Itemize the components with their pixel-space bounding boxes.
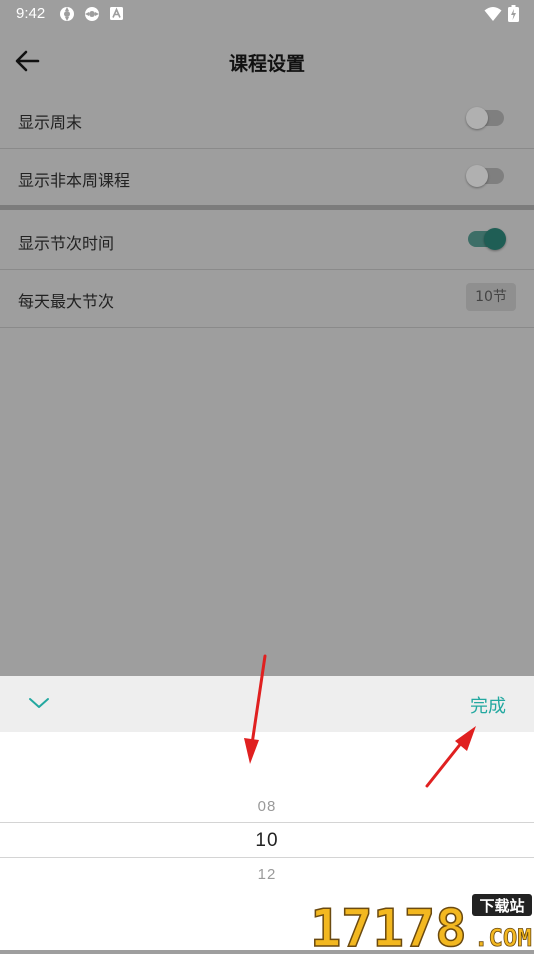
watermark-domain: .COM <box>474 924 532 950</box>
screen: 9:42 课程设置 显示周末 显示非本周课程 显示节次时间 每天最大节次 10节… <box>0 0 534 954</box>
watermark-graphic: 17178 下载站 .COM <box>309 894 532 954</box>
watermark-number: 17178 <box>310 899 467 950</box>
watermark-tag: 下载站 <box>479 897 524 915</box>
annotation-arrow-to-done <box>425 726 476 788</box>
annotation-arrow-down <box>244 654 267 764</box>
annotation-arrows <box>244 654 476 788</box>
watermark-logo: 17178 下载站 .COM <box>308 888 534 954</box>
